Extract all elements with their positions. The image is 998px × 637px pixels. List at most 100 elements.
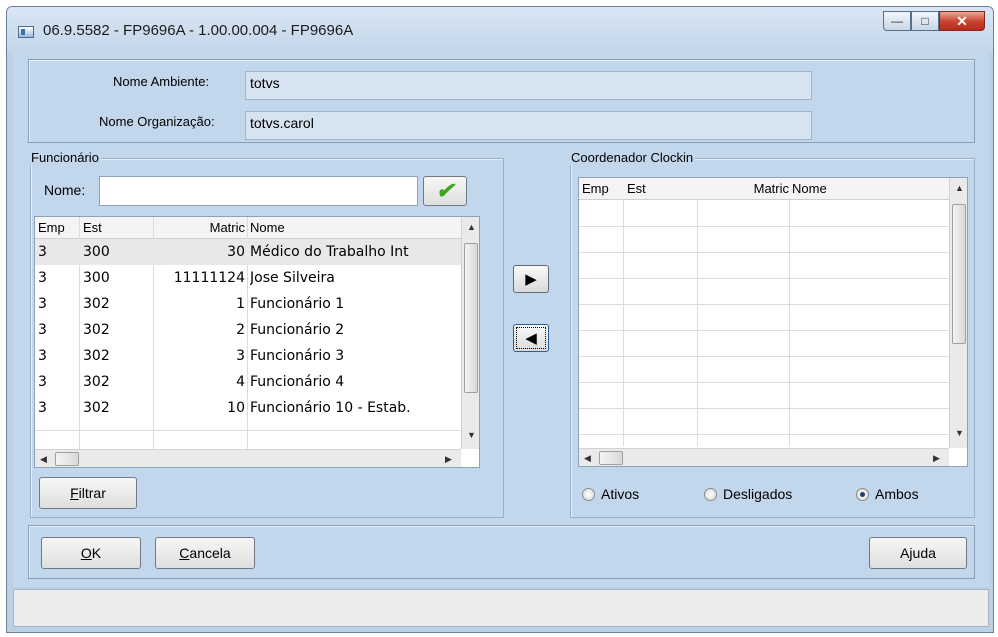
cell-matric: 3 (236, 348, 245, 364)
cancela-mnemonic: C (179, 545, 190, 561)
scroll-down-icon[interactable]: ▼ (467, 430, 476, 440)
col-emp-header[interactable]: Emp (582, 178, 609, 200)
scroll-left-icon[interactable]: ◀ (40, 454, 47, 465)
close-button[interactable]: ✕ (939, 11, 985, 31)
nome-label: Nome: (44, 182, 86, 198)
row-divider (35, 430, 461, 431)
hscroll-thumb[interactable] (55, 452, 79, 466)
organizacao-label: Nome Organização: (99, 114, 215, 129)
row-divider (579, 252, 949, 253)
cancela-button[interactable]: Cancela (155, 537, 255, 569)
scroll-down-icon[interactable]: ▼ (955, 428, 964, 438)
cell-est: 302 (83, 374, 110, 390)
nome-input[interactable] (99, 176, 418, 206)
table-row[interactable]: 3 302 2 Funcionário 2 (35, 317, 461, 343)
filtrar-mnemonic: F (70, 485, 79, 501)
maximize-button[interactable]: □ (911, 11, 939, 31)
cell-emp: 3 (38, 296, 47, 312)
filtrar-button[interactable]: Filtrar (39, 477, 137, 509)
scroll-left-icon[interactable]: ◀ (584, 453, 591, 464)
cell-emp: 3 (38, 270, 47, 286)
cell-emp: 3 (38, 374, 47, 390)
cell-emp: 3 (38, 348, 47, 364)
col-nome-header[interactable]: Nome (792, 178, 827, 200)
ajuda-button[interactable]: Ajuda (869, 537, 967, 569)
coordenador-hscroll[interactable]: ◀ ▶ (579, 448, 949, 466)
scroll-right-icon[interactable]: ▶ (933, 453, 940, 464)
radio-circle (704, 487, 717, 501)
table-row[interactable]: 3 302 10 Funcionário 10 - Estab. (35, 395, 461, 421)
funcionario-legend: Funcionário (29, 150, 101, 165)
scroll-up-icon[interactable]: ▲ (467, 222, 476, 232)
radio-circle-selected (856, 487, 869, 501)
confirm-search-button[interactable]: ✔ (423, 176, 467, 206)
window-title: 06.9.5582 - FP9696A - 1.00.00.004 - FP96… (43, 22, 354, 39)
coordenador-legend: Coordenador Clockin (569, 150, 696, 165)
table-row[interactable]: 3 302 1 Funcionário 1 (35, 291, 461, 317)
col-matric-header[interactable]: Matric (699, 178, 789, 200)
dialog-window: 06.9.5582 - FP9696A - 1.00.00.004 - FP96… (6, 6, 994, 633)
cell-est: 302 (83, 322, 110, 338)
table-row[interactable]: 3 302 3 Funcionário 3 (35, 343, 461, 369)
remove-from-coordenador-button[interactable]: ◀ (513, 324, 549, 352)
cell-nome: Funcionário 3 (250, 348, 345, 364)
radio-desligados-label: Desligados (723, 486, 793, 502)
radio-ativos[interactable]: Ativos (582, 486, 639, 502)
coordenador-vscroll[interactable]: ▲ ▼ (949, 178, 967, 448)
title-bar[interactable]: 06.9.5582 - FP9696A - 1.00.00.004 - FP96… (7, 7, 993, 53)
cell-matric: 30 (227, 244, 245, 260)
coordenador-group: Coordenador Clockin Emp Est Matric Nome (569, 150, 975, 518)
row-divider (579, 356, 949, 357)
radio-ambos[interactable]: Ambos (856, 486, 919, 502)
cell-est: 302 (83, 400, 110, 416)
scroll-thumb[interactable] (952, 204, 966, 344)
cell-nome: Funcionário 10 - Estab. (250, 400, 411, 416)
row-divider (579, 304, 949, 305)
row-divider (579, 408, 949, 409)
col-est-header[interactable]: Est (627, 178, 646, 200)
cell-emp: 3 (38, 322, 47, 338)
radio-circle (582, 487, 595, 501)
cell-emp: 3 (38, 244, 47, 260)
hscroll-thumb[interactable] (599, 451, 623, 465)
ok-button[interactable]: OK (41, 537, 141, 569)
cell-est: 300 (83, 270, 110, 286)
coordenador-table-header: Emp Est Matric Nome (579, 178, 949, 200)
col-divider (789, 200, 790, 446)
organizacao-field: totvs.carol (245, 111, 812, 140)
footer-panel: OK Cancela Ajuda (28, 525, 975, 579)
col-emp-header[interactable]: Emp (38, 217, 65, 239)
col-est-header[interactable]: Est (83, 217, 102, 239)
col-matric-header[interactable]: Matric (155, 217, 245, 239)
funcionario-table[interactable]: Emp Est Matric Nome 3 300 30 Médico do T… (34, 216, 480, 468)
cell-est: 302 (83, 348, 110, 364)
table-row[interactable]: 3 302 4 Funcionário 4 (35, 369, 461, 395)
scroll-right-icon[interactable]: ▶ (445, 454, 452, 465)
radio-ambos-label: Ambos (875, 486, 919, 502)
cell-emp: 3 (38, 400, 47, 416)
status-bar (13, 589, 989, 627)
cell-nome: Funcionário 4 (250, 374, 345, 390)
table-row[interactable]: 3 300 11111124 Jose Silveira (35, 265, 461, 291)
ambiente-label: Nome Ambiente: (113, 74, 210, 89)
coordenador-table[interactable]: Emp Est Matric Nome ▲ ▼ ◀ ▶ (578, 177, 968, 467)
funcionario-hscroll[interactable]: ◀ ▶ (35, 449, 461, 467)
row-divider (579, 434, 949, 435)
table-row[interactable]: 3 300 30 Médico do Trabalho Int (35, 239, 461, 265)
add-to-coordenador-button[interactable]: ▶ (513, 265, 549, 293)
scroll-thumb[interactable] (464, 243, 478, 393)
radio-desligados[interactable]: Desligados (704, 486, 792, 502)
col-nome-header[interactable]: Nome (250, 217, 285, 239)
cell-matric: 4 (236, 374, 245, 390)
funcionario-vscroll[interactable]: ▲ ▼ (461, 217, 479, 449)
cell-nome: Jose Silveira (250, 270, 335, 286)
row-divider (579, 226, 949, 227)
scroll-up-icon[interactable]: ▲ (955, 183, 964, 193)
minimize-button[interactable]: — (883, 11, 911, 31)
cell-nome: Funcionário 2 (250, 322, 345, 338)
funcionario-table-header: Emp Est Matric Nome (35, 217, 461, 239)
cell-matric: 10 (227, 400, 245, 416)
cell-matric: 2 (236, 322, 245, 338)
cell-est: 302 (83, 296, 110, 312)
cancela-label: ancela (189, 545, 231, 561)
